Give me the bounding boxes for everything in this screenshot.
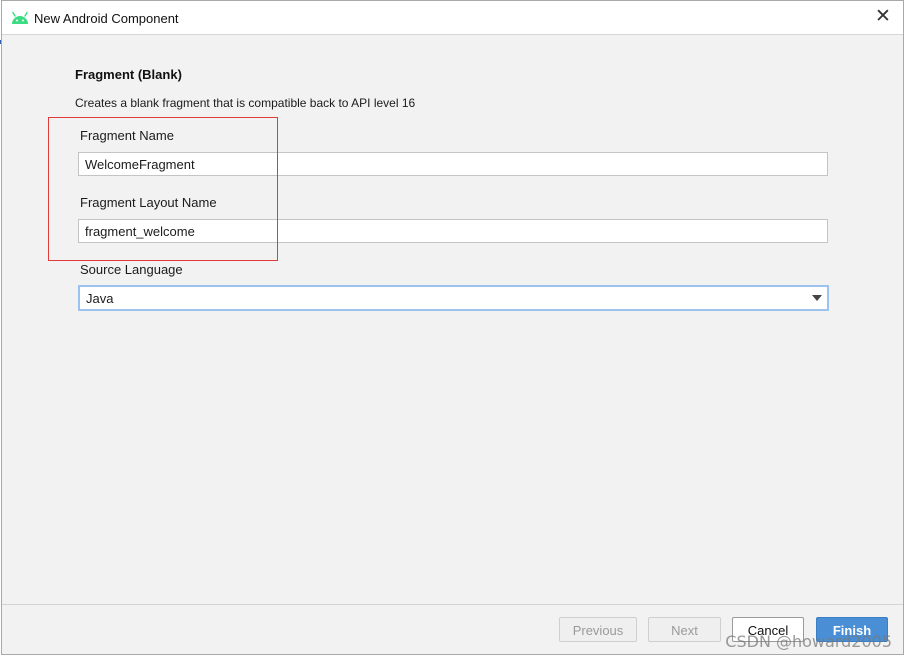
fragment-name-field[interactable] [78,152,828,176]
source-language-select[interactable]: Java [78,285,829,311]
close-button[interactable]: ✕ [873,7,893,27]
dialog-footer: Previous Next Cancel Finish [2,604,903,654]
android-icon [12,11,28,24]
window-title: New Android Component [34,11,179,26]
title-bar: New Android Component ✕ [2,1,903,35]
next-button[interactable]: Next [648,617,721,642]
dialog-window: New Android Component ✕ Fragment (Blank)… [1,0,904,655]
fragment-layout-name-label: Fragment Layout Name [80,195,217,210]
chevron-down-icon [812,295,822,301]
source-language-label: Source Language [80,262,183,277]
wizard-content: Fragment (Blank) Creates a blank fragmen… [2,35,903,604]
cancel-button[interactable]: Cancel [732,617,804,642]
page-description: Creates a blank fragment that is compati… [75,96,416,110]
fragment-name-label: Fragment Name [80,128,174,143]
finish-button[interactable]: Finish [816,617,888,642]
fragment-layout-name-field[interactable] [78,219,828,243]
previous-button[interactable]: Previous [559,617,637,642]
close-icon: ✕ [875,6,891,27]
source-language-value: Java [86,291,114,306]
page-title: Fragment (Blank) [75,67,182,82]
